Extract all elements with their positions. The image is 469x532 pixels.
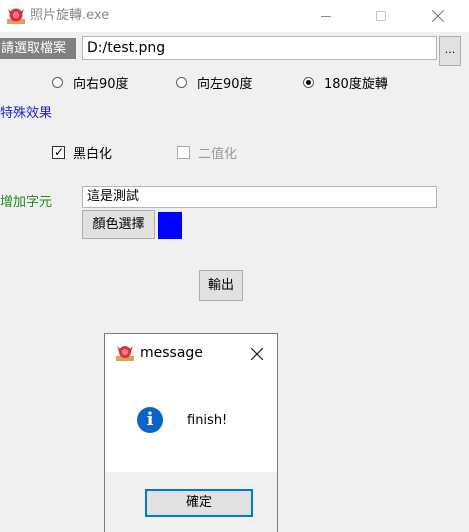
file-label: 請選取檔案 [0,38,76,59]
radio-rotate-left[interactable]: 向左90度 [176,72,253,92]
export-button[interactable]: 輸出 [199,270,243,301]
rose-app-icon [115,344,135,362]
color-swatch [158,212,182,239]
binarize-label: 二值化 [198,146,238,162]
radio-label: 向右90度 [73,76,129,92]
rose-app-icon [6,6,26,26]
radio-button-selected[interactable] [303,76,314,88]
radio-button[interactable] [176,76,187,88]
maximize-button[interactable] [361,0,401,32]
grayscale-label: 黑白化 [73,146,113,162]
radio-label: 向左90度 [197,76,253,92]
grayscale-checkbox-row[interactable]: ✓ 黑白化 [52,143,113,162]
close-icon [432,10,444,22]
radio-label: 180度旋轉 [324,76,388,92]
maximize-icon [376,11,386,21]
window-title: 照片旋轉.exe [30,8,110,23]
text-input[interactable]: 這是測試 [82,186,437,208]
add-text-heading: 增加字元 [0,195,53,210]
message-dialog: message i finish! 確定 [104,333,278,532]
check-icon: ✓ [54,144,65,159]
grayscale-checkbox[interactable]: ✓ [52,144,65,159]
info-icon: i [137,407,163,433]
close-icon [251,348,263,360]
radio-rotate-right[interactable]: 向右90度 [52,72,129,92]
color-select-button[interactable]: 顏色選擇 [82,210,155,239]
binarize-checkbox [177,145,190,159]
binarize-checkbox-row: 二值化 [177,143,238,162]
dialog-close-button[interactable] [243,340,271,368]
file-path-input[interactable]: D:/test.png [82,36,437,60]
minimize-button[interactable] [306,0,346,32]
browse-button[interactable]: ... [439,36,461,66]
radio-button[interactable] [52,76,63,88]
dialog-title: message [140,345,203,361]
minimize-icon [321,15,331,17]
close-button[interactable] [418,0,458,32]
radio-rotate-180[interactable]: 180度旋轉 [303,72,388,92]
effects-heading: 特殊效果 [0,106,53,121]
dialog-message: finish! [187,413,228,428]
ok-button[interactable]: 確定 [145,489,253,517]
